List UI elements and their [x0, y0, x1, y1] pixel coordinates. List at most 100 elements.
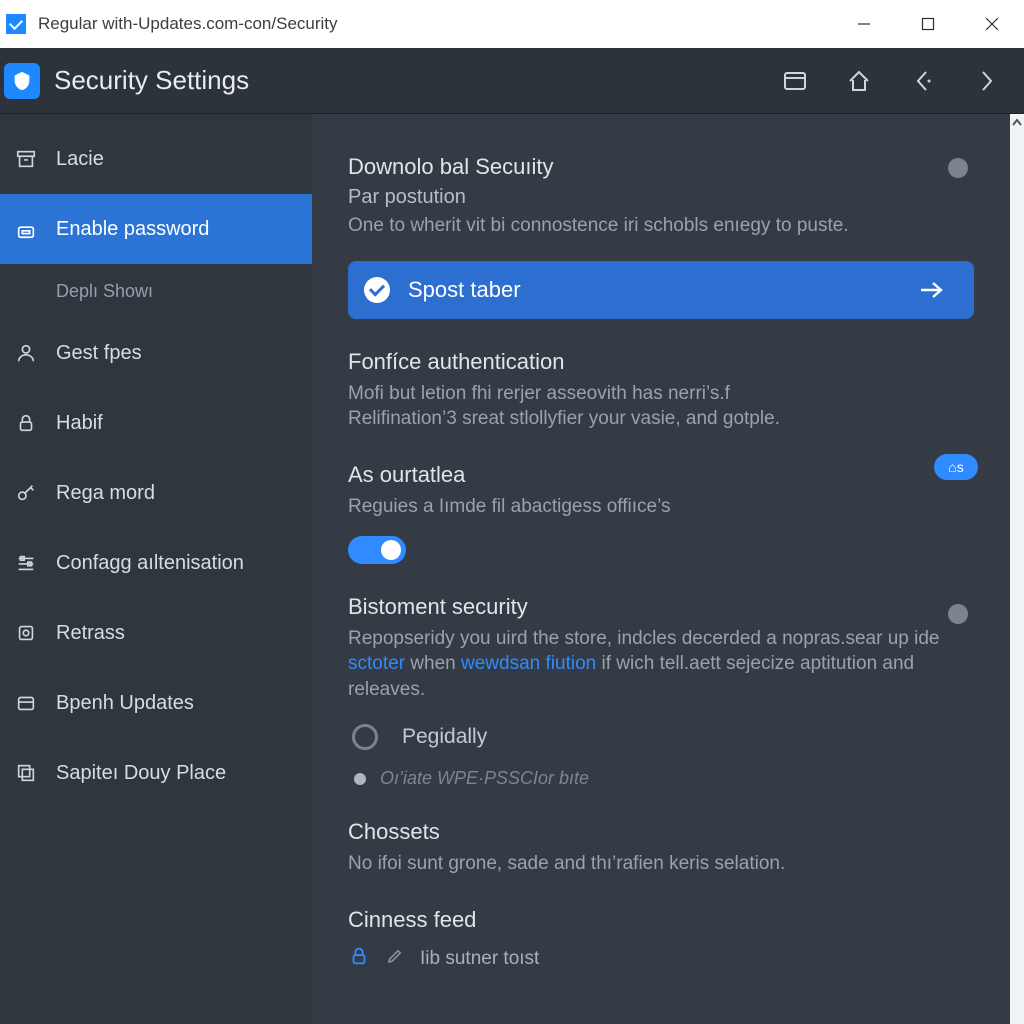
sidebar-subitem-depli-show[interactable]: Deplı Showı	[0, 264, 312, 318]
chevron-up-icon	[1012, 118, 1022, 128]
toggle-knob	[381, 540, 401, 560]
sidebar-item-label: Rega mord	[56, 482, 155, 505]
section1-title: Downolo bal Secuıity	[348, 154, 974, 180]
radio-outline-icon	[352, 724, 378, 750]
toggle-switch[interactable]	[348, 536, 406, 564]
padlock-icon	[14, 411, 38, 435]
home-icon	[846, 68, 872, 94]
sidebar-item-retrass[interactable]: Retrass	[0, 598, 312, 668]
panel-button[interactable]	[778, 64, 812, 98]
section2-desc-line1: Mofi but letion fhi rerjer asseovith has…	[348, 381, 974, 407]
close-button[interactable]	[960, 0, 1024, 48]
titlebar-left: Regular with-Updates.com-con/Security	[0, 14, 338, 34]
section3-desc: Reguies a Iımde fil abactigess offiıce’s	[348, 494, 974, 520]
minimize-button[interactable]	[832, 0, 896, 48]
sidebar-item-gest-fpes[interactable]: Gest fpes	[0, 318, 312, 388]
primary-button-left: Spost taber	[364, 277, 521, 303]
section2-desc-line2: Relifination’3 sreat stlollyfier your va…	[348, 406, 974, 432]
scrollbar[interactable]	[1010, 114, 1024, 1024]
window-controls	[832, 0, 1024, 48]
sidebar-item-label: Confagg aıltenisation	[56, 552, 244, 575]
copy-icon	[14, 761, 38, 785]
feed-text: Iib sutner toıst	[420, 948, 539, 970]
section-fonfice-auth: Fonfíce authentication Mofi but letion f…	[348, 349, 974, 432]
small-caption-row: Oı’iate WPE·PSSCIor bıte	[354, 768, 974, 789]
section4-radio[interactable]	[948, 604, 968, 624]
sidebar-item-label: Lacie	[56, 148, 104, 171]
sidebar-item-label: Sapiteı Douy Place	[56, 762, 226, 785]
panel-icon	[782, 68, 808, 94]
minimize-icon	[857, 17, 871, 31]
bullet-icon	[354, 773, 366, 785]
primary-button-label: Spost taber	[408, 277, 521, 303]
section4-link1[interactable]: sctoter	[348, 653, 405, 674]
app-logo	[4, 63, 40, 99]
section1-subtitle: Par postution	[348, 186, 974, 209]
sidebar-item-label: Habif	[56, 412, 103, 435]
section4-title: Bistoment security	[348, 594, 974, 620]
primary-action-button[interactable]: Spost taber	[348, 261, 974, 319]
folder-icon	[14, 691, 38, 715]
maximize-icon	[921, 17, 935, 31]
header-actions	[778, 64, 1004, 98]
app-header: Security Settings	[0, 48, 1024, 114]
section4-link2[interactable]: wewdsan fiution	[461, 653, 596, 674]
sidebar-item-label: Bpenh Updates	[56, 692, 194, 715]
section6-title: Cinness feed	[348, 907, 974, 933]
header-left: Security Settings	[0, 63, 249, 99]
home-button[interactable]	[842, 64, 876, 98]
section1-radio[interactable]	[948, 158, 968, 178]
feed-lock-icon	[348, 945, 370, 973]
pencil-icon	[386, 947, 404, 971]
app-icon	[6, 14, 26, 34]
sidebar-item-sapite-place[interactable]: Sapiteı Douy Place	[0, 738, 312, 808]
section1-desc: One to wherit vit bi connostence iri sch…	[348, 213, 974, 239]
sidebar-item-lacie[interactable]: Lacie	[0, 124, 312, 194]
check-circle-icon	[364, 277, 390, 303]
pill-badge-text: ⌂s	[948, 459, 963, 475]
maximize-button[interactable]	[896, 0, 960, 48]
app-body: Lacie Enable password Deplı Showı Gest f…	[0, 114, 1024, 1024]
section3-title: As ourtatlea	[348, 462, 974, 488]
feed-row[interactable]: Iib sutner toıst	[348, 945, 974, 973]
sidebar-item-bpenh-updates[interactable]: Bpenh Updates	[0, 668, 312, 738]
arrow-right-icon	[916, 275, 946, 305]
close-icon	[985, 17, 999, 31]
radio-row-pegidally[interactable]: Pegidally	[352, 724, 974, 750]
sidebar: Lacie Enable password Deplı Showı Gest f…	[0, 114, 312, 1024]
window-titlebar: Regular with-Updates.com-con/Security	[0, 0, 1024, 48]
sliders-icon	[14, 551, 38, 575]
section4-desc: Repopseridy you uird the store, indcles …	[348, 626, 974, 703]
section-as-ourtatlea: As ourtatlea Reguies a Iımde fil abactig…	[348, 462, 974, 564]
radio-label: Pegidally	[402, 725, 487, 749]
back-button[interactable]	[906, 64, 940, 98]
sidebar-item-rega-mord[interactable]: Rega mord	[0, 458, 312, 528]
section5-title: Chossets	[348, 819, 974, 845]
archive-icon	[14, 147, 38, 171]
section-cinness-feed: Cinness feed Iib sutner toıst	[348, 907, 974, 973]
forward-button[interactable]	[970, 64, 1004, 98]
chevron-left-icon	[910, 68, 936, 94]
main-panel: Downolo bal Secuıity Par postution One t…	[312, 114, 1010, 1024]
sidebar-item-enable-password[interactable]: Enable password	[0, 194, 312, 264]
app-frame: Security Settings Lacie	[0, 48, 1024, 1024]
section-bistoment-security: Bistoment security Repopseridy you uird …	[348, 594, 974, 790]
section2-title: Fonfíce authentication	[348, 349, 974, 375]
sidebar-item-label: Gest fpes	[56, 342, 142, 365]
chevron-right-icon	[974, 68, 1000, 94]
page-title: Security Settings	[54, 65, 249, 96]
sidebar-item-confagg-auth[interactable]: Confagg aıltenisation	[0, 528, 312, 598]
sidebar-item-habif[interactable]: Habif	[0, 388, 312, 458]
sidebar-item-label: Retrass	[56, 622, 125, 645]
section-chossets: Chossets No ifoi sunt grone, sade and th…	[348, 819, 974, 877]
target-icon	[14, 621, 38, 645]
section-download-security: Downolo bal Secuıity Par postution One t…	[348, 154, 974, 319]
section4-desc-mid: when	[405, 653, 461, 674]
pill-badge[interactable]: ⌂s	[934, 454, 978, 480]
section4-desc-pre: Repopseridy you uird the store, indcles …	[348, 628, 939, 649]
shield-icon	[11, 70, 33, 92]
sidebar-item-label: Enable password	[56, 218, 209, 241]
key-icon	[14, 481, 38, 505]
sidebar-item-label: Deplı Showı	[56, 281, 153, 302]
scroll-up-button[interactable]	[1010, 114, 1024, 132]
